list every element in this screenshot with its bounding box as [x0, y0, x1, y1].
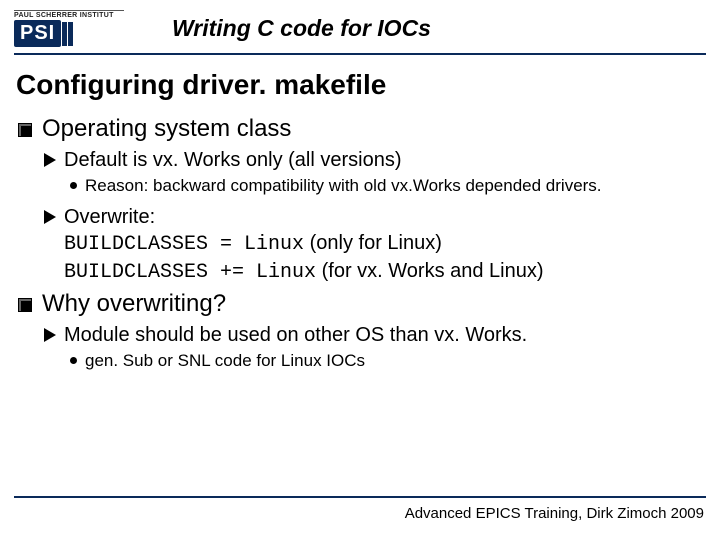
- logo-mark-icon: PSI: [14, 20, 124, 47]
- psi-logo: PAUL SCHERRER INSTITUT PSI: [14, 10, 124, 47]
- code-note-linux-only: (only for Linux): [304, 232, 442, 254]
- dot-bullet-icon: [70, 182, 77, 189]
- section-os-class: Operating system class: [16, 115, 704, 143]
- dot-bullet-icon: [70, 357, 77, 364]
- subbullet-gensub-snl: gen. Sub or SNL code for Linux IOCs: [70, 350, 704, 373]
- overwrite-lead: Overwrite:: [64, 206, 155, 228]
- triangle-bullet-icon: [44, 328, 56, 342]
- section-title: Operating system class: [42, 115, 291, 143]
- bullet-default-vxworks: Default is vx. Works only (all versions): [44, 147, 704, 173]
- code-buildclasses-eq: BUILDCLASSES = Linux: [64, 233, 304, 256]
- subbullet-reason: Reason: backward compatibility with old …: [70, 175, 704, 198]
- subbullet-text: gen. Sub or SNL code for Linux IOCs: [85, 350, 365, 373]
- square-bullet-icon: [18, 123, 32, 137]
- code-note-vxworks-linux: (for vx. Works and Linux): [316, 260, 543, 282]
- code-buildclasses-pluseq: BUILDCLASSES += Linux: [64, 261, 316, 284]
- page-title: Writing C code for IOCs: [142, 15, 706, 42]
- psi-text: PSI: [14, 20, 61, 47]
- bullet-text: Module should be used on other OS than v…: [64, 322, 527, 348]
- footer-text: Advanced EPICS Training, Dirk Zimoch 200…: [405, 505, 704, 522]
- triangle-bullet-icon: [44, 153, 56, 167]
- section-title: Why overwriting?: [42, 290, 226, 318]
- footer-rule: [14, 496, 706, 498]
- subbullet-text: Reason: backward compatibility with old …: [85, 175, 602, 198]
- slide-header: PAUL SCHERRER INSTITUT PSI Writing C cod…: [0, 0, 720, 51]
- bullet-overwrite: Overwrite: BUILDCLASSES = Linux (only fo…: [44, 204, 704, 286]
- slide-body: Configuring driver. makefile Operating s…: [0, 55, 720, 373]
- triangle-bullet-icon: [44, 210, 56, 224]
- bullet-text: Overwrite: BUILDCLASSES = Linux (only fo…: [64, 204, 544, 286]
- slide-heading: Configuring driver. makefile: [16, 69, 704, 101]
- bullet-text: Default is vx. Works only (all versions): [64, 147, 402, 173]
- square-bullet-icon: [18, 298, 32, 312]
- section-why-overwriting: Why overwriting?: [16, 290, 704, 318]
- bullet-other-os: Module should be used on other OS than v…: [44, 322, 704, 348]
- logo-overline: PAUL SCHERRER INSTITUT: [14, 10, 124, 19]
- psi-bars-icon: [62, 22, 73, 46]
